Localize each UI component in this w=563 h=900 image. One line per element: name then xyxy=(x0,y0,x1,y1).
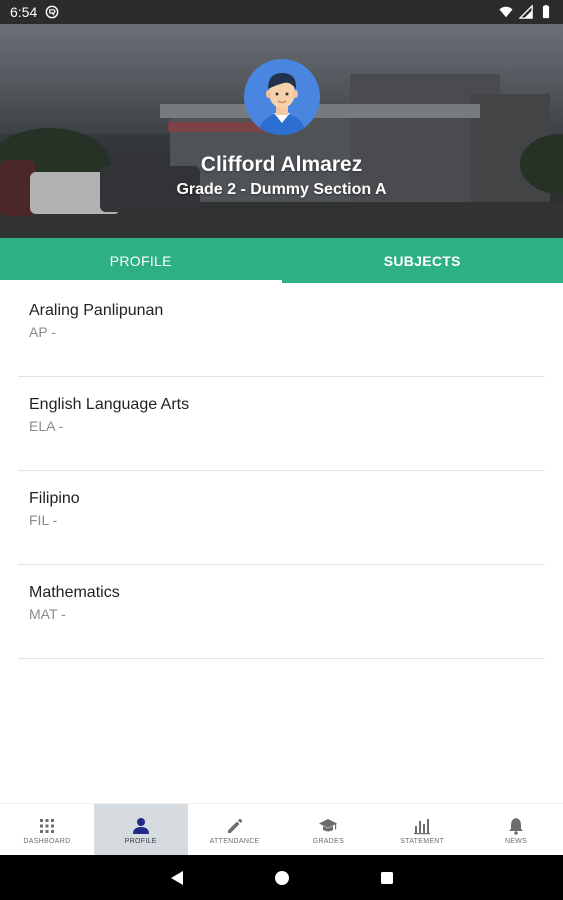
nav-dashboard-label: DASHBOARD xyxy=(23,837,71,845)
subject-name: English Language Arts xyxy=(29,396,190,413)
graduation-cap-icon xyxy=(319,818,338,831)
avatar xyxy=(244,59,320,135)
list-item[interactable]: Filipino FIL - xyxy=(18,471,545,565)
profile-header: Clifford Almarez Grade 2 - Dummy Section… xyxy=(0,24,563,238)
system-navigation-bar xyxy=(0,855,563,900)
grid-icon xyxy=(39,818,54,833)
nav-attendance[interactable]: ATTENDANCE xyxy=(188,804,282,856)
subject-code: ELA - xyxy=(29,418,64,434)
nav-grades-label: GRADES xyxy=(312,837,345,845)
list-item[interactable]: Mathematics MAT - xyxy=(18,565,545,659)
bell-icon xyxy=(509,817,524,835)
tab-profile-label: PROFILE xyxy=(109,252,172,269)
nav-grades[interactable]: GRADES xyxy=(281,804,375,856)
nav-dashboard[interactable]: DASHBOARD xyxy=(0,804,94,856)
home-icon xyxy=(274,870,289,885)
subject-name: Araling Panlipunan xyxy=(29,302,164,319)
status-bar: 6:54 xyxy=(0,0,563,24)
subject-name: Filipino xyxy=(29,490,80,507)
student-name: Clifford Almarez xyxy=(200,153,363,176)
back-icon xyxy=(170,870,183,885)
recents-icon xyxy=(380,871,393,884)
nav-attendance-label: ATTENDANCE xyxy=(209,837,260,845)
list-item[interactable]: English Language Arts ELA - xyxy=(18,377,545,471)
bar-chart-icon xyxy=(414,818,431,834)
tab-subjects[interactable]: SUBJECTS xyxy=(282,238,563,283)
tab-profile[interactable]: PROFILE xyxy=(0,238,282,283)
student-grade-section: Grade 2 - Dummy Section A xyxy=(176,181,387,198)
person-icon xyxy=(132,817,149,834)
subject-list: Araling Panlipunan AP - English Language… xyxy=(0,283,563,659)
subject-code: AP - xyxy=(29,324,56,340)
tab-subjects-label: SUBJECTS xyxy=(383,252,461,269)
profile-tabs: PROFILE SUBJECTS xyxy=(0,238,563,283)
bottom-navigation: DASHBOARD PROFILE ATTENDANCE GRADES STAT… xyxy=(0,803,563,856)
battery-icon xyxy=(542,5,550,19)
back-button[interactable] xyxy=(170,870,184,886)
subject-code: FIL - xyxy=(29,512,58,528)
recents-button[interactable] xyxy=(380,871,394,885)
subject-code: MAT - xyxy=(29,606,66,622)
nav-profile[interactable]: PROFILE xyxy=(93,804,188,856)
wifi-icon xyxy=(499,6,513,18)
nav-news[interactable]: NEWS xyxy=(469,804,563,856)
pencil-icon xyxy=(227,818,242,833)
nav-statement[interactable]: STATEMENT xyxy=(375,804,469,856)
subject-name: Mathematics xyxy=(29,584,120,601)
status-time: 6:54 xyxy=(10,4,38,20)
nav-profile-label: PROFILE xyxy=(124,837,157,845)
nav-statement-label: STATEMENT xyxy=(400,837,445,845)
nav-news-label: NEWS xyxy=(504,837,528,845)
app-notification-icon xyxy=(45,5,59,19)
home-button[interactable] xyxy=(274,870,290,886)
signal-icon xyxy=(519,5,533,19)
list-item[interactable]: Araling Panlipunan AP - xyxy=(18,283,545,377)
